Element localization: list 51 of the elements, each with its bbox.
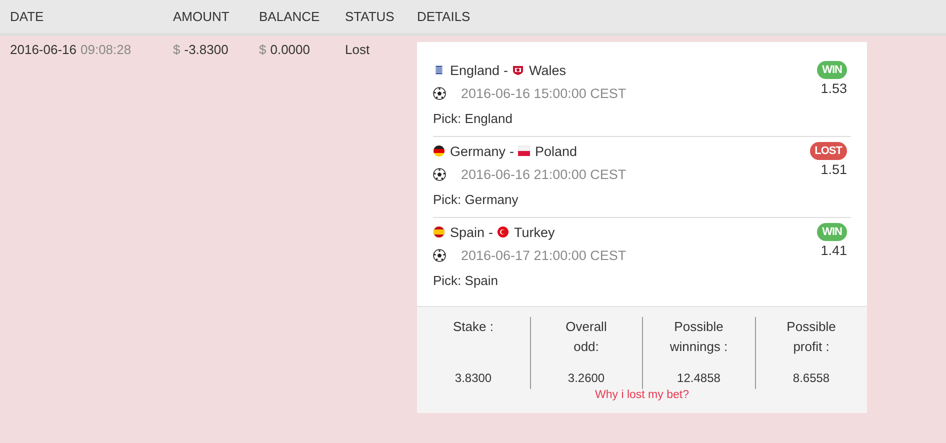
result-badge: LOST xyxy=(810,142,847,160)
team-name: Germany xyxy=(450,144,506,158)
summary-label: Stake : xyxy=(452,318,494,336)
column-header: DETAILS xyxy=(417,9,472,24)
summary-label: Overall odd: xyxy=(564,318,608,356)
flag-icon xyxy=(433,226,445,238)
time-text: 09:08:28 xyxy=(80,42,132,57)
amount-text: -3.8300 xyxy=(184,42,228,57)
summary-label: Possible profit : xyxy=(786,318,837,356)
match-datetime: 2016-06-17 21:00:00 CEST xyxy=(461,248,626,262)
flag-icon xyxy=(433,64,445,76)
column-header: DATE xyxy=(9,9,45,24)
team-name: Wales xyxy=(529,62,566,78)
summary-value: 3.2600 xyxy=(566,371,606,387)
summary-value: 3.8300 xyxy=(454,371,493,387)
match-datetime: 2016-06-16 21:00:00 CEST xyxy=(461,166,626,182)
team-name: England xyxy=(450,62,500,78)
team-name: Spain xyxy=(450,224,485,240)
balance-text: 0.0000 xyxy=(270,42,310,57)
match-datetime: 2016-06-16 15:00:00 CEST xyxy=(461,86,626,100)
soccer-ball-icon xyxy=(433,248,446,262)
result-badge: WIN xyxy=(817,61,847,79)
separator-text: - xyxy=(510,144,514,158)
column-header: AMOUNT xyxy=(173,9,230,24)
flag-icon xyxy=(512,64,524,76)
summary-value: 12.4858 xyxy=(676,371,722,387)
soccer-ball-icon xyxy=(433,86,446,100)
pick-text: Pick: England xyxy=(433,110,514,128)
summary-value: 8.6558 xyxy=(792,371,831,387)
status-text: Lost xyxy=(345,42,370,57)
currency-symbol: $ xyxy=(259,42,266,57)
flag-icon xyxy=(497,226,510,238)
flag-icon xyxy=(518,145,530,157)
separator-text: - xyxy=(488,224,494,240)
flag-icon xyxy=(433,145,445,157)
why-lost-link[interactable]: Why i lost my bet? xyxy=(595,389,689,401)
currency-symbol: $ xyxy=(173,42,180,57)
odd-text: 1.41 xyxy=(820,243,847,258)
odd-text: 1.53 xyxy=(820,81,847,96)
result-badge: WIN xyxy=(817,223,847,241)
team-name: Turkey xyxy=(514,224,555,240)
odd-text: 1.51 xyxy=(820,162,847,177)
date-text: 2016-06-16 xyxy=(10,42,76,57)
team-name: Poland xyxy=(535,144,578,158)
pick-text: Pick: Spain xyxy=(433,272,500,290)
separator-text: - xyxy=(504,62,508,78)
pick-text: Pick: Germany xyxy=(433,191,520,209)
summary-label: Possible winnings : xyxy=(668,318,729,356)
column-header: STATUS xyxy=(345,9,396,24)
column-header: BALANCE xyxy=(259,9,321,24)
soccer-ball-icon xyxy=(433,168,446,180)
